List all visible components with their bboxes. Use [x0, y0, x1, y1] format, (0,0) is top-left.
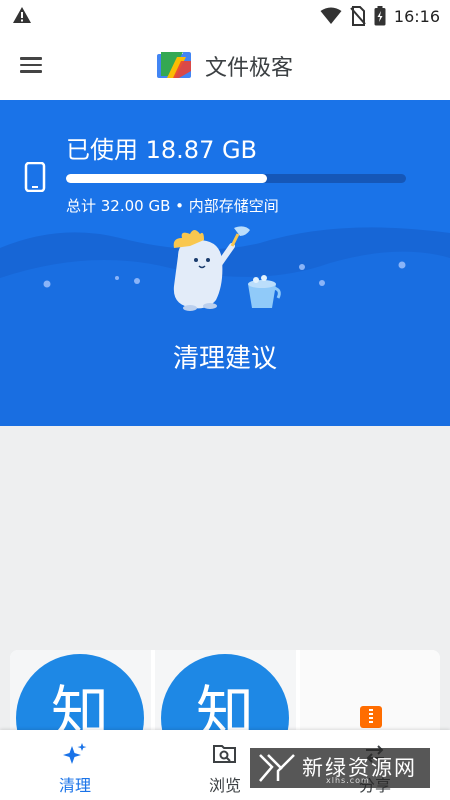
- files-logo-icon: [157, 52, 191, 78]
- storage-used-label: 已使用 18.87 GB: [66, 136, 258, 164]
- watermark-url: xlhs.com: [326, 776, 370, 785]
- clock: 16:16: [393, 6, 440, 26]
- menu-icon: [20, 57, 42, 60]
- clean-suggestion-title: 清理建议: [172, 344, 277, 374]
- watermark: 新绿资源网 xlhs.com: [250, 748, 430, 788]
- storage-progress-bar: [66, 174, 406, 183]
- browse-icon: [213, 745, 236, 763]
- storage-card[interactable]: 已使用 18.87 GB 总计 32.00 GB • 内部存储空间 清理建议: [0, 100, 450, 426]
- nav-clean[interactable]: 清理: [0, 730, 150, 800]
- storage-progress-fill: [66, 174, 267, 183]
- wifi-icon: [320, 7, 342, 24]
- app-title: 文件极客: [205, 56, 294, 81]
- nav-clean-label: 清理: [58, 776, 91, 795]
- cleaning-mascot-icon: [173, 226, 281, 311]
- app-bar: 文件极客: [0, 33, 450, 100]
- no-sim-icon: [350, 6, 366, 26]
- menu-button[interactable]: [20, 53, 50, 79]
- storage-total-label: 总计 32.00 GB • 内部存储空间: [66, 197, 279, 215]
- phone-icon: [24, 162, 46, 192]
- status-bar: 16:16: [0, 0, 450, 33]
- battery-icon: [374, 6, 386, 26]
- sparkle-icon: [63, 743, 87, 764]
- zip-file-icon: [360, 706, 382, 728]
- warning-icon: [13, 7, 31, 23]
- watermark-logo-icon: [259, 754, 295, 782]
